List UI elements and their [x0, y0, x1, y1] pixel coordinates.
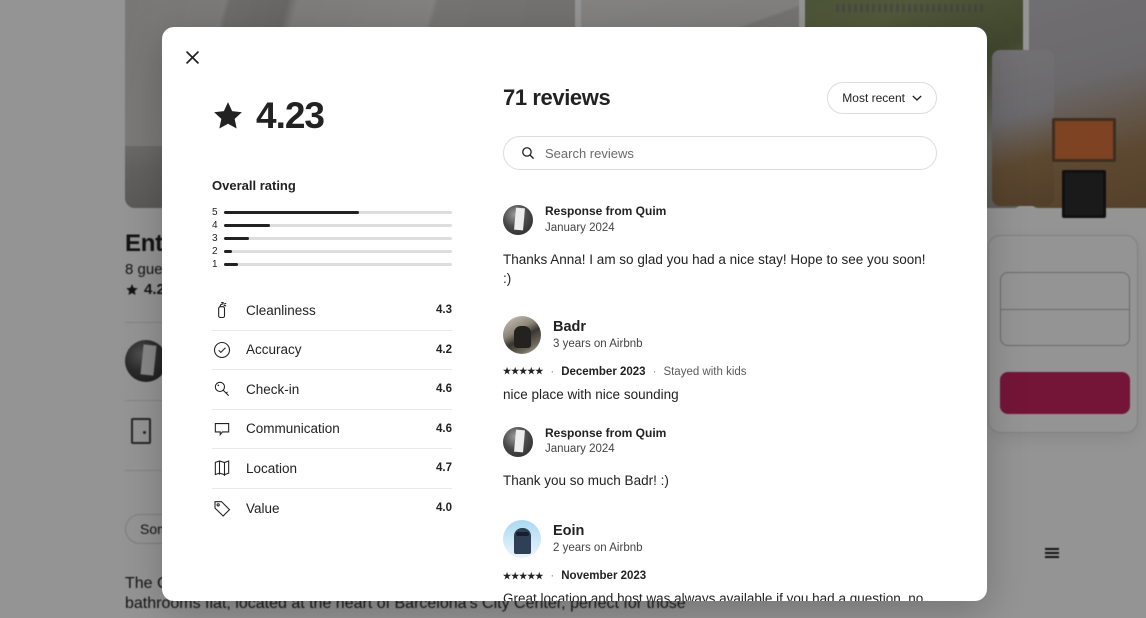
review-item-eoin: Eoin 2 years on Airbnb ★★★★★ · November … [503, 520, 937, 601]
response-author: Response from Quim [545, 204, 667, 218]
reviews-count: 71 reviews [503, 85, 611, 110]
distribution-track-4 [224, 223, 452, 228]
map-icon [212, 458, 246, 478]
category-label: Value [246, 500, 280, 516]
overall-score: 4.23 [212, 97, 503, 134]
spray-bottle-icon [212, 300, 246, 320]
reviewer-meta: 2 years on Airbnb [553, 542, 643, 555]
category-row-value: Value 4.0 [212, 489, 452, 529]
review-meta-line: ★★★★★ · December 2023 · Stayed with kids [503, 366, 937, 378]
category-row-accuracy: Accuracy 4.2 [212, 331, 452, 370]
category-row-communication: Communication 4.6 [212, 410, 452, 449]
distribution-track-3 [224, 236, 452, 241]
distribution-fill-4 [224, 223, 270, 228]
distribution-fill-1 [224, 262, 238, 267]
review-stars: ★★★★★ [503, 366, 544, 377]
search-reviews-wrapper [503, 136, 937, 170]
search-input[interactable] [545, 145, 919, 161]
category-row-cleanliness: Cleanliness 4.3 [212, 291, 452, 331]
chevron-down-icon [912, 95, 922, 101]
search-icon [522, 147, 535, 160]
distribution-track-2 [224, 249, 452, 254]
distribution-row-5: 5 [212, 206, 452, 219]
distribution-fill-3 [224, 236, 250, 241]
distribution-row-1: 1 [212, 258, 452, 271]
category-label: Communication [246, 421, 340, 437]
category-score: 4.0 [436, 502, 452, 515]
category-row-checkin: Check-in 4.6 [212, 370, 452, 410]
review-stars: ★★★★★ [503, 570, 544, 581]
distribution-label-5: 5 [212, 206, 218, 218]
sort-dropdown[interactable]: Most recent [827, 82, 937, 114]
response-text: Thank you so much Badr! :) [503, 473, 669, 489]
distribution-row-2: 2 [212, 245, 452, 258]
check-circle-icon [212, 340, 246, 360]
review-separator: · [550, 570, 555, 583]
distribution-label-4: 4 [212, 219, 218, 231]
response-text: Thanks Anna! I am so glad you had a nice… [503, 251, 926, 286]
category-score: 4.2 [436, 343, 452, 356]
category-score: 4.3 [436, 304, 452, 317]
distribution-fill-5 [224, 210, 359, 215]
quim-avatar [503, 204, 533, 235]
distribution-label-3: 3 [212, 232, 218, 244]
reviews-modal: 4.23 Overall rating 5 4 3 2 1 Cleanlines… [162, 27, 987, 601]
reviewer-header: Eoin 2 years on Airbnb [503, 520, 937, 559]
sort-dropdown-label: Most recent [842, 91, 905, 105]
distribution-track-1 [224, 262, 452, 267]
distribution-fill-2 [224, 249, 232, 254]
host-response-badr: Response from Quim January 2024 Thank yo… [503, 426, 937, 491]
reviewer-meta: 3 years on Airbnb [553, 337, 643, 350]
page-root: Entir 8 gues 4.2 Som The C bathrooms fla… [0, 0, 1146, 618]
category-score: 4.6 [436, 383, 452, 396]
reviewer-name: Eoin [553, 523, 585, 540]
review-date: November 2023 [561, 570, 647, 583]
review-text: Great location and host was always avail… [503, 591, 924, 601]
response-author: Response from Quim [545, 425, 667, 440]
search-reviews-box[interactable] [503, 136, 937, 170]
key-icon [212, 379, 246, 399]
overall-rating-label: Overall rating [212, 178, 296, 193]
response-date: January 2024 [545, 443, 615, 456]
distribution-label-2: 2 [212, 245, 218, 257]
category-score: 4.6 [436, 422, 452, 435]
review-text: nice place with nice sounding [503, 386, 679, 402]
category-row-location: Location 4.7 [212, 449, 452, 489]
review-trip-type: Stayed with kids [663, 365, 747, 378]
review-date: December 2023 [561, 365, 646, 378]
category-ratings: Cleanliness 4.3 Accuracy 4.2 Check-in 4.… [212, 291, 452, 528]
category-label: Check-in [246, 381, 300, 397]
review-separator-2: · [652, 365, 657, 378]
overall-score-value: 4.23 [256, 95, 325, 136]
quim-avatar [503, 426, 533, 457]
review-meta-line: ★★★★★ · November 2023 [503, 570, 937, 582]
reviewer-avatar [503, 315, 541, 354]
reviewer-avatar [503, 520, 541, 559]
review-item-badr: Badr 3 years on Airbnb ★★★★★ · December … [503, 315, 937, 491]
distribution-label-1: 1 [212, 258, 218, 270]
reviewer-name: Badr [553, 318, 587, 335]
star-icon [212, 100, 244, 132]
ratings-summary-panel: 4.23 Overall rating 5 4 3 2 1 Cleanlines… [162, 27, 503, 601]
rating-distribution: 5 4 3 2 1 [212, 206, 452, 271]
tag-icon [212, 498, 246, 518]
speech-bubble-icon [212, 419, 246, 439]
reviews-scroll-area[interactable]: Response from Quim January 2024 Thanks A… [503, 187, 937, 601]
category-label: Cleanliness [246, 302, 316, 318]
reviews-header: 71 reviews Most recent [503, 82, 937, 114]
reviews-list-panel: 71 reviews Most recent Search reviews Re… [503, 27, 987, 601]
reviewer-header: Badr 3 years on Airbnb [503, 315, 937, 354]
distribution-row-3: 3 [212, 232, 452, 245]
distribution-row-4: 4 [212, 219, 452, 232]
distribution-track-5 [224, 210, 452, 215]
response-date: January 2024 [545, 221, 615, 234]
category-score: 4.7 [436, 462, 452, 475]
review-separator: · [550, 365, 555, 378]
category-label: Location [246, 460, 298, 476]
host-response-anna: Response from Quim January 2024 Thanks A… [503, 204, 937, 288]
category-label: Accuracy [246, 342, 302, 358]
